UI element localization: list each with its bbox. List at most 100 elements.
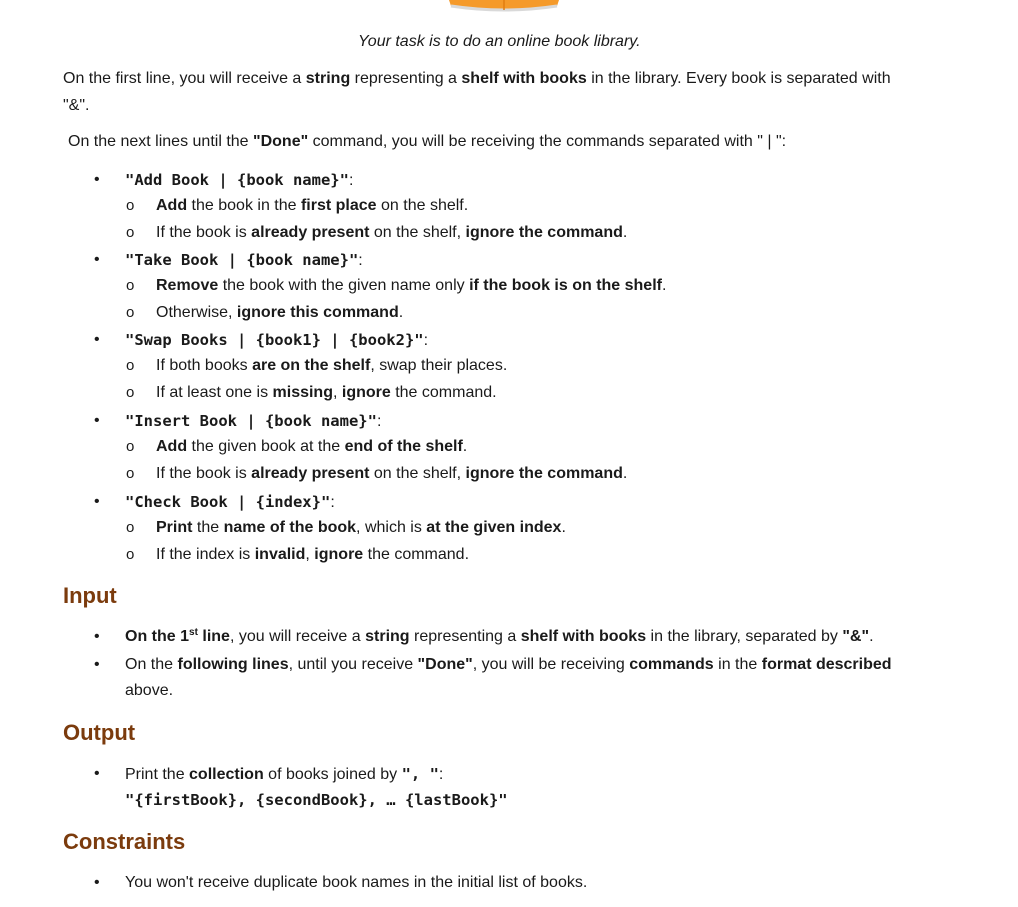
command-3: "Swap Books | {book1} | {book2}": xyxy=(125,330,428,351)
sub-bullet-icon: o xyxy=(126,224,135,241)
sub-bullet-icon: o xyxy=(126,197,135,214)
detail-text: If at least one is xyxy=(156,384,273,401)
command-1-detail-2: If the book is already present on the sh… xyxy=(156,223,627,243)
sub-bullet-icon: o xyxy=(126,384,135,401)
detail-text: If the index is xyxy=(156,546,255,563)
command-4-detail-2: If the book is already present on the sh… xyxy=(156,464,627,484)
detail-text: . xyxy=(661,277,667,294)
detail-text: Add xyxy=(156,438,188,455)
sub-bullet-icon: o xyxy=(126,438,135,455)
detail-text: . xyxy=(398,304,404,321)
command-2: "Take Book | {book name}": xyxy=(125,250,363,271)
sub-bullet-icon: o xyxy=(126,304,135,321)
detail-text: . xyxy=(622,224,628,241)
detail-text: ignore this command xyxy=(236,304,399,321)
detail-text: on the shelf, xyxy=(369,224,466,241)
bullet-icon: • xyxy=(94,331,100,348)
sub-bullet-icon: o xyxy=(126,519,135,536)
detail-text: the given book at the xyxy=(187,438,345,455)
command-3-detail-2: If at least one is missing, ignore the c… xyxy=(156,383,497,403)
bullet-icon: • xyxy=(94,656,100,673)
detail-text: already present xyxy=(251,224,370,241)
detail-text: the book with the given name only xyxy=(218,277,470,294)
detail-text: the book in the xyxy=(187,197,301,214)
bullet-icon: • xyxy=(94,171,100,188)
command-suffix: : xyxy=(358,252,363,269)
input-bullet-2-cont: above. xyxy=(125,682,174,699)
detail-text: the xyxy=(192,519,224,536)
command-code: "Swap Books | {book1} | {book2}" xyxy=(125,331,424,349)
detail-text: . xyxy=(622,465,628,482)
detail-text: Add xyxy=(156,197,188,214)
bullet-icon: • xyxy=(94,251,100,268)
bullet-icon: • xyxy=(94,874,100,891)
detail-text: Otherwise, xyxy=(156,304,237,321)
constraints-bullet-1: You won't receive duplicate book names i… xyxy=(125,874,588,891)
detail-text: missing xyxy=(272,384,333,401)
intro-text: Your task is to do an online book librar… xyxy=(358,33,641,50)
command-5: "Check Book | {index}": xyxy=(125,492,335,513)
detail-text: the command. xyxy=(390,384,497,401)
sub-bullet-icon: o xyxy=(126,357,135,374)
command-code: "Insert Book | {book name}" xyxy=(125,412,377,430)
bullet-icon: • xyxy=(94,493,100,510)
constraints-heading: Constraints xyxy=(63,829,186,854)
detail-text: if the book is on the shelf xyxy=(469,277,662,294)
paragraph-commands-intro: On the next lines until the "Done" comma… xyxy=(68,133,787,150)
detail-text: invalid xyxy=(254,546,306,563)
detail-text: If the book is xyxy=(156,465,252,482)
sub-bullet-icon: o xyxy=(126,546,135,563)
input-bullet-1: On the 1st line, you will receive a stri… xyxy=(125,627,874,645)
paragraph-first-line: On the first line, you will receive a st… xyxy=(63,70,891,87)
command-suffix: : xyxy=(376,413,382,430)
detail-text: name of the book xyxy=(223,519,357,536)
output-heading: Output xyxy=(63,720,136,745)
detail-text: are on the shelf xyxy=(252,357,371,374)
detail-text: already present xyxy=(251,465,370,482)
detail-text: first place xyxy=(300,197,377,214)
detail-text: on the shelf. xyxy=(376,197,469,214)
command-suffix: : xyxy=(348,172,354,189)
output-format: "{firstBook}, {secondBook}, … {lastBook}… xyxy=(125,791,508,809)
detail-text: ignore the command xyxy=(465,465,623,482)
detail-text: Print xyxy=(156,519,193,536)
book-image xyxy=(449,0,559,12)
detail-text: . xyxy=(462,438,468,455)
bullet-icon: • xyxy=(94,412,100,429)
sub-bullet-icon: o xyxy=(126,465,135,482)
paragraph-first-line-cont: "&". xyxy=(63,97,90,114)
output-bullet-1: Print the collection of books joined by … xyxy=(125,765,444,783)
command-code: "Check Book | {index}" xyxy=(125,493,331,511)
command-code: "Take Book | {book name}" xyxy=(125,251,359,269)
detail-text: ignore the command xyxy=(465,224,623,241)
detail-text: , xyxy=(305,546,315,563)
sub-bullet-icon: o xyxy=(126,277,135,294)
detail-text: on the shelf, xyxy=(369,465,466,482)
input-heading: Input xyxy=(63,583,117,608)
command-1-detail-1: Add the book in the first place on the s… xyxy=(156,196,468,216)
detail-text: , swap their places. xyxy=(370,357,508,374)
command-2-detail-1: Remove the book with the given name only… xyxy=(156,276,666,296)
command-4: "Insert Book | {book name}": xyxy=(125,411,381,432)
command-suffix: : xyxy=(330,494,335,511)
command-suffix: : xyxy=(423,332,429,349)
detail-text: Remove xyxy=(156,277,219,294)
detail-text: end of the shelf xyxy=(344,438,463,455)
command-4-detail-1: Add the given book at the end of the she… xyxy=(156,437,467,457)
command-code: "Add Book | {book name}" xyxy=(125,171,349,189)
detail-text: ignore xyxy=(314,546,364,563)
command-3-detail-1: If both books are on the shelf, swap the… xyxy=(156,356,507,376)
command-5-detail-2: If the index is invalid, ignore the comm… xyxy=(156,545,469,565)
detail-text: If both books xyxy=(156,357,253,374)
detail-text: ignore xyxy=(341,384,391,401)
bullet-icon: • xyxy=(94,765,100,782)
command-5-detail-1: Print the name of the book, which is at … xyxy=(156,518,566,538)
bullet-icon: • xyxy=(94,628,100,645)
detail-text: the command. xyxy=(363,546,470,563)
detail-text: . xyxy=(561,519,566,536)
detail-text: , which is xyxy=(356,519,427,536)
detail-text: If the book is xyxy=(156,224,252,241)
detail-text: , xyxy=(332,384,342,401)
detail-text: at the given index xyxy=(426,519,562,536)
command-1: "Add Book | {book name}": xyxy=(125,170,353,191)
